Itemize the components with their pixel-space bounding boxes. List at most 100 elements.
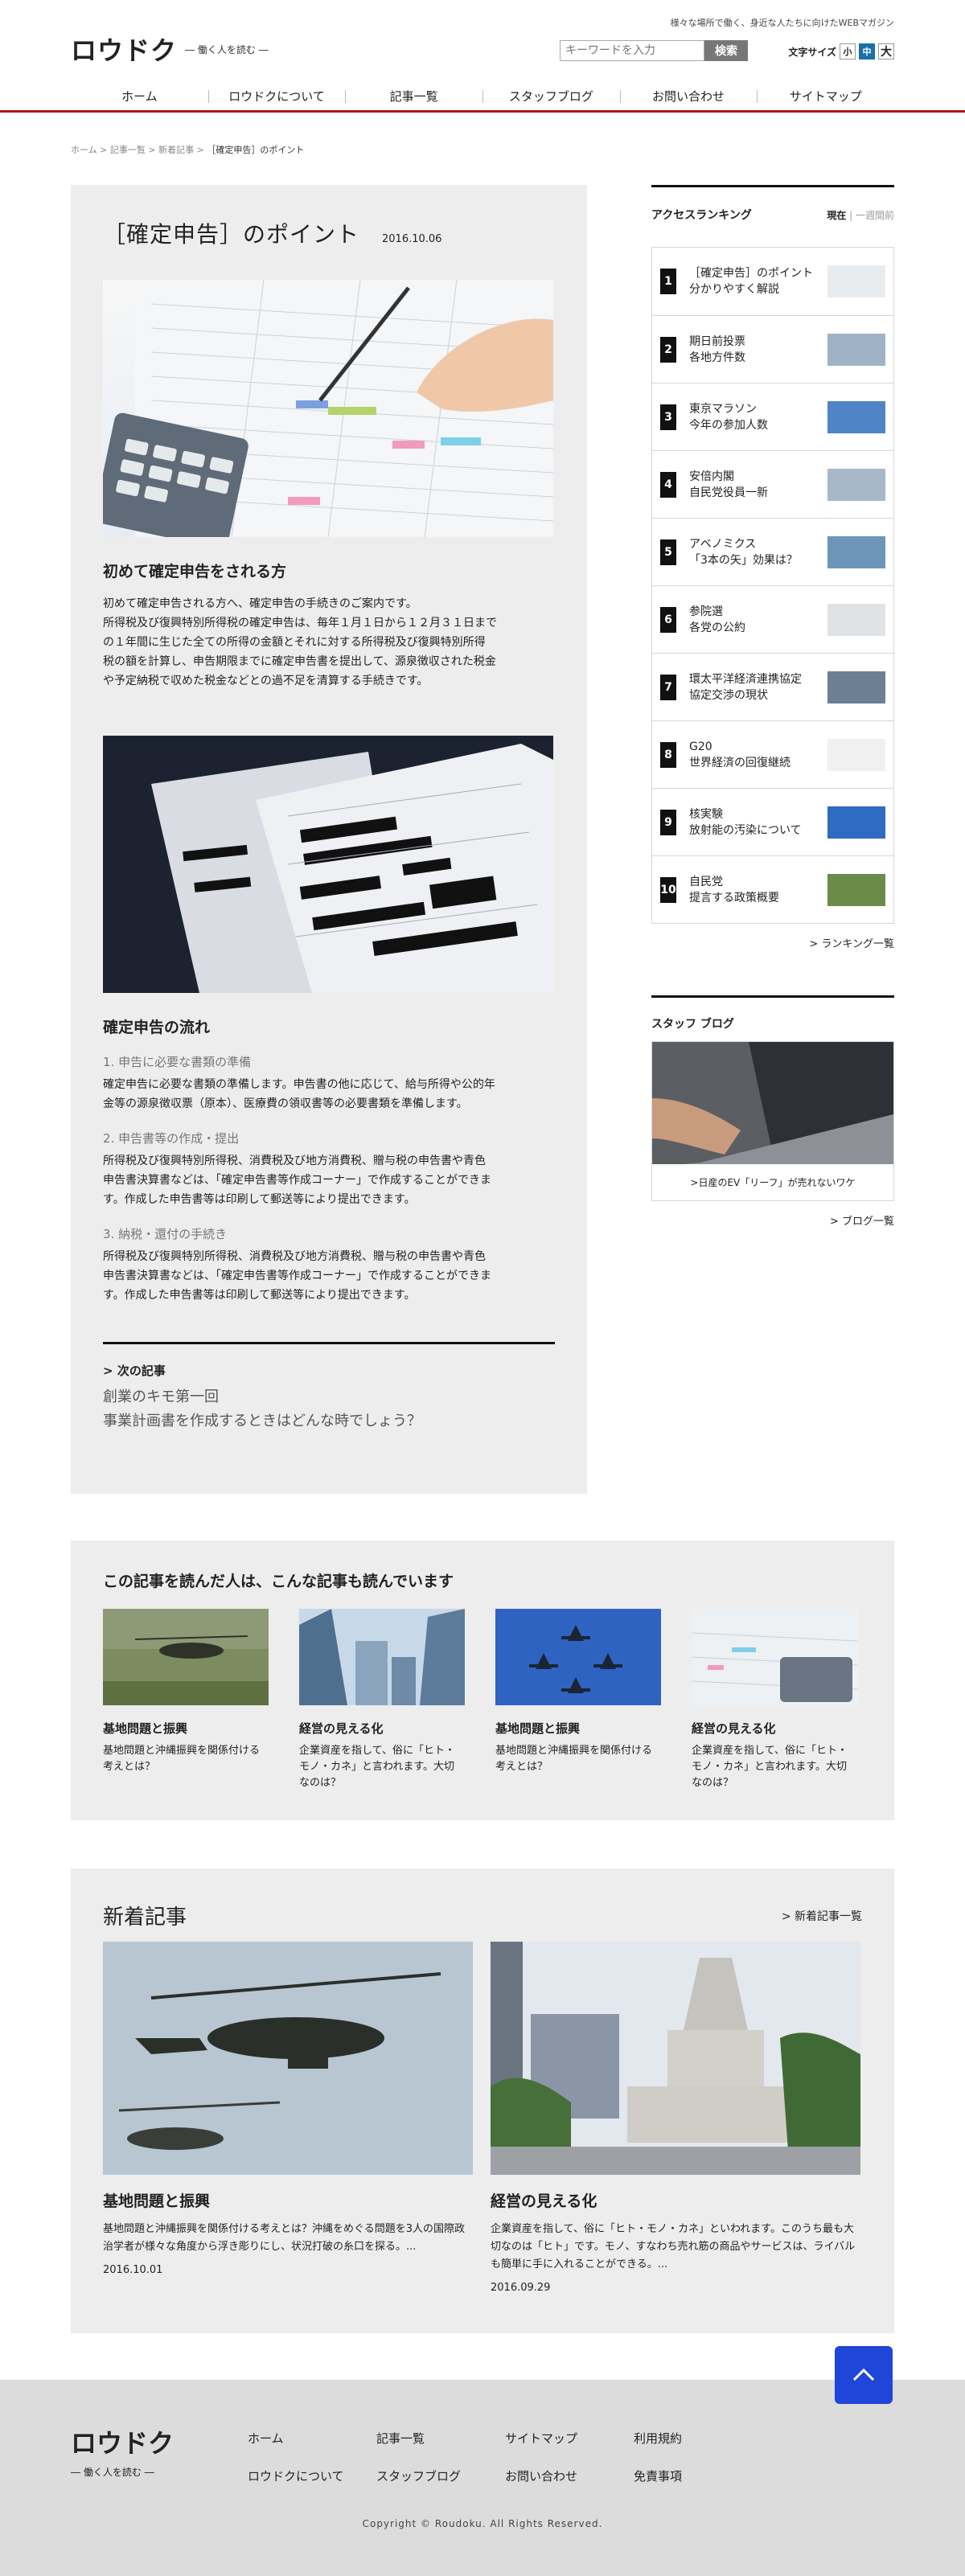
new-articles-grid: 基地問題と振興 基地問題と沖縄振興を関係付ける考えとは？沖縄をめぐる問題を3人の…	[103, 1942, 862, 2294]
search-input[interactable]	[560, 40, 704, 61]
new-article-card[interactable]: 経営の見える化 企業資産を指して、俗に「ヒト・モノ・カネ」といわれます。このうち…	[491, 1942, 860, 2294]
calculator-form-photo	[691, 1609, 858, 1705]
next-article-label: > 次の記事	[103, 1362, 555, 1379]
footer-link-disclaimer[interactable]: 免責事項	[634, 2467, 762, 2484]
section2-title: 確定申告の流れ	[103, 1019, 211, 1036]
footer-link-terms[interactable]: 利用規約	[634, 2430, 762, 2447]
site-footer: ロウドク ― 働く人を読む ― ホーム 記事一覧 サイトマップ 利用規約 ロウド…	[0, 2380, 965, 2576]
nav-articles[interactable]: 記事一覧	[345, 84, 482, 109]
documents-illustration	[103, 736, 553, 993]
logo-subtitle: ― 働く人を読む ―	[185, 43, 269, 55]
ranking-item[interactable]: 9 核実験 放射能の汚染について	[652, 788, 893, 855]
text-line: す。作成した申告書等は印刷して郵送等により提出できます。	[103, 1193, 416, 1206]
ranking-item[interactable]: 2 期日前投票 各地方件数	[652, 315, 893, 383]
text-line: 申告書決算書などは、「確定申告書等作成コーナー」で作成することができま	[103, 1270, 491, 1282]
related-card-title: 経営の見える化	[299, 1721, 384, 1736]
tax-form-photo	[103, 280, 553, 537]
font-size-small-button[interactable]: 小	[840, 43, 856, 59]
text-line: 金等の源泉徴収票（原本）、医療費の領収書等の必要書類を準備します。	[103, 1097, 468, 1110]
page-top-button[interactable]	[835, 2346, 893, 2404]
site-header: ロウドク ― 働く人を読む ― 様々な場所で働く、身近な人たちに向けたWEBマガ…	[0, 0, 965, 113]
ranking-thumbnail	[827, 806, 885, 839]
ranking-item-text: ［確定申告］のポイント 分かりやすく解説	[689, 265, 827, 297]
blog-more-link[interactable]: > ブログ一覧	[651, 1212, 894, 1228]
footer-link-sitemap[interactable]: サイトマップ	[505, 2430, 634, 2447]
breadcrumb-current: ［確定申告］のポイント	[207, 145, 305, 155]
ranking-item-text: 期日前投票 各地方件数	[689, 334, 827, 366]
staff-blog-title: スタッフ ブログ	[651, 1018, 734, 1031]
ranking-number: 8	[660, 741, 676, 768]
ranking-title: アクセスランキング	[651, 209, 752, 222]
ranking-item[interactable]: 1 ［確定申告］のポイント 分かりやすく解説	[652, 248, 893, 315]
footer-link-staff-blog[interactable]: スタッフブログ	[376, 2467, 505, 2484]
related-card-title: 基地問題と振興	[103, 1721, 188, 1736]
text-line: や予定納税で収めた税金などとの過不足を清算する手続きです。	[103, 675, 429, 687]
footer-link-home[interactable]: ホーム	[248, 2430, 376, 2447]
footer-link-articles[interactable]: 記事一覧	[376, 2430, 505, 2447]
ranking-item-line: 核実験	[689, 807, 723, 821]
breadcrumb-home[interactable]: ホーム	[71, 145, 97, 155]
ranking-item-line: 期日前投票	[689, 334, 745, 348]
font-size-medium-button[interactable]: 中	[859, 43, 875, 59]
ranking-item[interactable]: 4 安倍内閣 自民党役員一新	[652, 450, 893, 518]
chevron-right-icon: >	[781, 1909, 791, 1923]
next-article-title[interactable]: 創業のキモ第一回 事業計画書を作成するときはどんな時でしょう？	[103, 1385, 555, 1434]
ranking-more-link[interactable]: > ランキング一覧	[651, 935, 894, 950]
search-button[interactable]: 検索	[704, 40, 748, 61]
chevron-right-icon: >	[103, 1364, 113, 1378]
diet-building-photo	[491, 1942, 860, 2175]
breadcrumb-new[interactable]: 新着記事	[158, 145, 194, 155]
ranking-item-line: 各党の公約	[689, 621, 745, 634]
staff-blog-caption[interactable]: >日産のEV「リーフ」が売れないワケ	[652, 1164, 893, 1200]
ranking-item-line: 自民党役員一新	[689, 486, 768, 499]
sidebar: アクセスランキング 現在 | 一週間前 1 ［確定申告］のポイント 分かりやすく解説…	[651, 185, 894, 1228]
ranking-item[interactable]: 5 アベノミクス 「3本の矢」効果は？	[652, 518, 893, 585]
related-card[interactable]: 経営の見える化 企業資産を指して、俗に「ヒト・モノ・カネ」と言われます。大切なの…	[299, 1609, 465, 1791]
ranking-item-text: 参院選 各党の公約	[689, 604, 827, 636]
breadcrumb-articles[interactable]: 記事一覧	[110, 145, 146, 155]
ranking-item-line: 協定交渉の現状	[689, 688, 768, 702]
ranking-tab-week[interactable]: 一週間前	[856, 210, 894, 221]
new-article-title: 経営の見える化	[491, 2192, 597, 2210]
laptop-illustration	[652, 1042, 893, 1164]
new-article-desc: 基地問題と沖縄振興を関係付ける考えとは？沖縄をめぐる問題を3人の国際政治学者が様…	[103, 2223, 466, 2253]
related-card-desc: 企業資産を指して、俗に「ヒト・モノ・カネ」と言われます。大切なのは？	[299, 1745, 455, 1789]
new-articles-header: 新着記事 > 新着記事一覧	[103, 1901, 862, 1930]
nav-contact[interactable]: お問い合わせ	[619, 84, 758, 109]
site-logo[interactable]: ロウドク ― 働く人を読む ―	[71, 31, 269, 68]
ranking-item[interactable]: 10 自民党 提言する政策概要	[652, 855, 893, 923]
related-card[interactable]: 基地問題と振興 基地問題と沖縄振興を関係付ける考えとは？	[495, 1609, 661, 1791]
new-article-card[interactable]: 基地問題と振興 基地問題と沖縄振興を関係付ける考えとは？沖縄をめぐる問題を3人の…	[103, 1942, 473, 2294]
ranking-item[interactable]: 7 環太平洋経済連携協定 協定交渉の現状	[652, 653, 893, 720]
footer-link-about[interactable]: ロウドクについて	[248, 2467, 376, 2484]
ranking-thumbnail	[827, 333, 885, 366]
step2-title: 2. 申告書等の作成・提出	[103, 1131, 240, 1146]
nav-home[interactable]: ホーム	[71, 84, 208, 109]
related-card[interactable]: 基地問題と振興 基地問題と沖縄振興を関係付ける考えとは？	[103, 1609, 269, 1791]
nav-staff-blog[interactable]: スタッフブログ	[482, 84, 620, 109]
step1-text: 確定申告に必要な書類の準備します。申告書の他に応じて、給与所得や公的年 金等の源…	[103, 1075, 555, 1114]
footer-nav: ホーム 記事一覧 サイトマップ 利用規約 ロウドクについて スタッフブログ お問…	[248, 2430, 762, 2484]
ranking-item[interactable]: 3 東京マラソン 今年の参加人数	[652, 383, 893, 450]
new-articles-more-link[interactable]: > 新着記事一覧	[782, 1908, 862, 1924]
footer-link-contact[interactable]: お問い合わせ	[505, 2467, 634, 2484]
nav-sitemap[interactable]: サイトマップ	[757, 84, 894, 109]
next-article[interactable]: > 次の記事 創業のキモ第一回 事業計画書を作成するときはどんな時でしょう？	[103, 1342, 555, 1434]
chevron-up-icon	[852, 2368, 875, 2381]
font-size-large-button[interactable]: 大	[878, 43, 894, 59]
font-size-switcher: 文字サイズ 小 中 大	[788, 43, 894, 59]
staff-blog-card[interactable]: >日産のEV「リーフ」が売れないワケ	[651, 1041, 894, 1201]
skyscrapers-photo	[299, 1609, 465, 1705]
jets-formation-photo	[495, 1609, 661, 1705]
ranking-tab-current[interactable]: 現在	[827, 210, 846, 221]
ranking-tabs: 現在 | 一週間前	[827, 208, 894, 222]
text-line: 所得税及び復興特別所得税の確定申告は、毎年１月１日から１２月３１日まで	[103, 617, 497, 630]
ranking-item[interactable]: 8 G20 世界経済の回復継続	[652, 720, 893, 788]
nav-about[interactable]: ロウドクについて	[207, 84, 346, 109]
related-articles: この記事を読んだ人は、こんな記事も読んでいます 基地問題と振興 基地問題と沖縄振…	[71, 1540, 894, 1820]
ranking-item[interactable]: 6 参院選 各党の公約	[652, 585, 893, 653]
copyright: Copyright © Roudoku. All Rights Reserved…	[362, 2518, 603, 2529]
related-card[interactable]: 経営の見える化 企業資産を指して、俗に「ヒト・モノ・カネ」と言われます。大切なの…	[691, 1609, 858, 1791]
article-body: ［確定申告］のポイント 2016.10.06 初めて確定申告をされる方 初めて確…	[71, 185, 587, 1494]
footer-logo[interactable]: ロウドク ― 働く人を読む ―	[71, 2423, 174, 2479]
